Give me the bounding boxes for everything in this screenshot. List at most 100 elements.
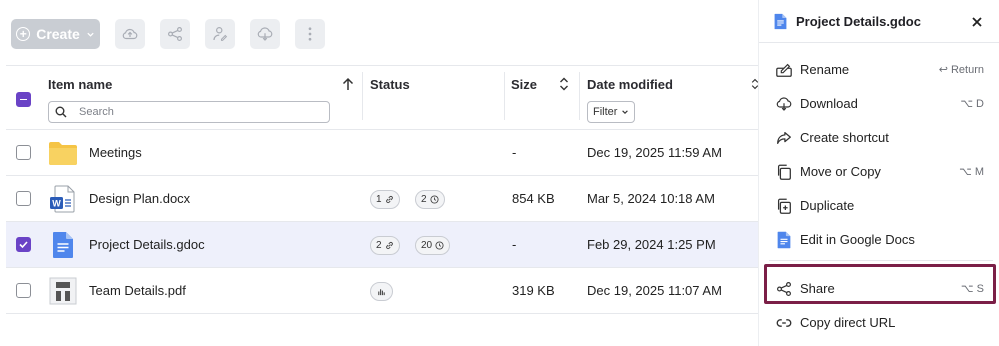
chevron-down-icon bbox=[87, 32, 94, 37]
menu-item-rename[interactable]: Rename ↩ Return bbox=[759, 53, 999, 86]
share-icon bbox=[774, 279, 794, 299]
file-size: - bbox=[512, 237, 517, 252]
menu-label: Duplicate bbox=[800, 198, 855, 213]
close-icon[interactable] bbox=[971, 16, 983, 28]
row-checkbox[interactable] bbox=[16, 283, 31, 298]
menu-divider bbox=[769, 260, 993, 261]
check-icon bbox=[19, 241, 28, 249]
links-count: 2 bbox=[376, 240, 382, 251]
column-divider[interactable] bbox=[579, 72, 580, 120]
link-icon bbox=[385, 195, 393, 204]
menu-shortcut: ⌥ S bbox=[960, 283, 984, 295]
header-size[interactable]: Size bbox=[511, 77, 537, 92]
word-doc-icon: W bbox=[48, 185, 78, 213]
analytics-badge[interactable] bbox=[370, 282, 393, 301]
header-item-name[interactable]: Item name bbox=[48, 77, 112, 92]
download-button[interactable] bbox=[250, 19, 280, 49]
file-name[interactable]: Team Details.pdf bbox=[89, 283, 186, 298]
filter-button[interactable]: Filter bbox=[587, 101, 636, 123]
sort-ascending-icon[interactable] bbox=[342, 77, 354, 91]
file-name[interactable]: Meetings bbox=[89, 145, 142, 160]
link-icon bbox=[385, 241, 393, 250]
shortcut-icon bbox=[774, 128, 794, 148]
chevron-down-icon bbox=[622, 110, 629, 114]
svg-text:W: W bbox=[52, 199, 61, 209]
file-size: - bbox=[512, 145, 517, 160]
filter-label: Filter bbox=[593, 106, 618, 118]
assign-icon bbox=[213, 27, 228, 41]
menu-item-create-shortcut[interactable]: Create shortcut bbox=[759, 121, 999, 154]
assign-button[interactable] bbox=[205, 19, 235, 49]
panel-title: Project Details.gdoc bbox=[796, 14, 921, 29]
row-checkbox[interactable] bbox=[16, 237, 31, 252]
header-status[interactable]: Status bbox=[370, 77, 410, 92]
menu-label: Copy direct URL bbox=[800, 315, 896, 330]
table-row[interactable]: Project Details.gdoc 2 20 - Feb 29, 2024… bbox=[6, 222, 758, 268]
menu-item-copy-url[interactable]: Copy direct URL bbox=[759, 306, 999, 339]
pdf-thumbnail-icon bbox=[48, 277, 78, 305]
column-divider[interactable] bbox=[362, 72, 363, 120]
table-row[interactable]: Meetings - Dec 19, 2025 11:59 AM bbox=[6, 130, 758, 176]
sort-toggle-icon[interactable] bbox=[559, 77, 569, 91]
search-box bbox=[48, 101, 330, 123]
menu-shortcut: ⌥ M bbox=[959, 166, 984, 178]
links-badge[interactable]: 1 bbox=[370, 190, 400, 209]
file-name[interactable]: Project Details.gdoc bbox=[89, 237, 205, 252]
menu-item-duplicate[interactable]: Duplicate bbox=[759, 189, 999, 222]
menu-label: Move or Copy bbox=[800, 164, 881, 179]
more-icon bbox=[308, 27, 312, 41]
versions-badge[interactable]: 20 bbox=[415, 236, 451, 255]
google-doc-icon bbox=[48, 231, 78, 259]
menu-item-edit-google-docs[interactable]: Edit in Google Docs bbox=[759, 223, 999, 256]
folder-icon bbox=[48, 139, 78, 167]
file-actions-panel: Project Details.gdoc Rename ↩ Return Dow… bbox=[758, 0, 999, 346]
file-table: Item name Status Size Date modified Filt… bbox=[6, 65, 759, 314]
menu-item-share[interactable]: Share ⌥ S bbox=[759, 272, 999, 305]
row-checkbox[interactable] bbox=[16, 145, 31, 160]
header-date-modified[interactable]: Date modified bbox=[587, 77, 673, 92]
file-browser: + Create Item name Search Status Size Da… bbox=[0, 0, 999, 346]
versions-count: 20 bbox=[421, 240, 433, 251]
clock-icon bbox=[435, 241, 444, 250]
upload-button[interactable] bbox=[115, 19, 145, 49]
move-copy-icon bbox=[774, 162, 794, 182]
create-button[interactable]: + Create bbox=[11, 19, 100, 49]
menu-item-move-copy[interactable]: Move or Copy ⌥ M bbox=[759, 155, 999, 188]
chart-icon bbox=[378, 289, 385, 296]
upload-icon bbox=[122, 28, 138, 40]
select-all-checkbox[interactable] bbox=[16, 92, 31, 107]
file-size: 319 KB bbox=[512, 283, 555, 298]
links-badge[interactable]: 2 bbox=[370, 236, 400, 255]
menu-item-download[interactable]: Download ⌥ D bbox=[759, 87, 999, 120]
menu-shortcut: ↩ Return bbox=[938, 64, 984, 76]
search-icon bbox=[55, 106, 67, 118]
table-header: Item name Status Size Date modified Filt… bbox=[6, 65, 759, 130]
table-row[interactable]: Team Details.pdf 319 KB Dec 19, 2025 11:… bbox=[6, 268, 758, 314]
share-button[interactable] bbox=[160, 19, 190, 49]
search-input[interactable] bbox=[79, 106, 319, 118]
versions-badge[interactable]: 2 bbox=[415, 190, 445, 209]
create-label: Create bbox=[36, 26, 80, 42]
rename-icon bbox=[774, 60, 794, 80]
google-docs-icon bbox=[774, 230, 794, 250]
menu-label: Create shortcut bbox=[800, 130, 889, 145]
panel-header: Project Details.gdoc bbox=[759, 0, 999, 43]
date-modified: Mar 5, 2024 10:18 AM bbox=[587, 191, 715, 206]
menu-label: Download bbox=[800, 96, 858, 111]
more-button[interactable] bbox=[295, 19, 325, 49]
menu-label: Edit in Google Docs bbox=[800, 232, 915, 247]
table-row[interactable]: W Design Plan.docx 1 2 854 KB Mar 5, 202… bbox=[6, 176, 758, 222]
menu-shortcut: ⌥ D bbox=[960, 98, 984, 110]
toolbar: + Create bbox=[11, 19, 325, 49]
row-checkbox[interactable] bbox=[16, 191, 31, 206]
download-icon bbox=[257, 27, 273, 41]
column-divider[interactable] bbox=[504, 72, 505, 120]
date-modified: Dec 19, 2025 11:59 AM bbox=[587, 145, 722, 160]
links-count: 1 bbox=[376, 194, 382, 205]
file-size: 854 KB bbox=[512, 191, 555, 206]
google-doc-icon bbox=[774, 13, 787, 30]
file-name[interactable]: Design Plan.docx bbox=[89, 191, 190, 206]
clock-icon bbox=[430, 195, 439, 204]
menu-label: Share bbox=[800, 281, 835, 296]
duplicate-icon bbox=[774, 196, 794, 216]
